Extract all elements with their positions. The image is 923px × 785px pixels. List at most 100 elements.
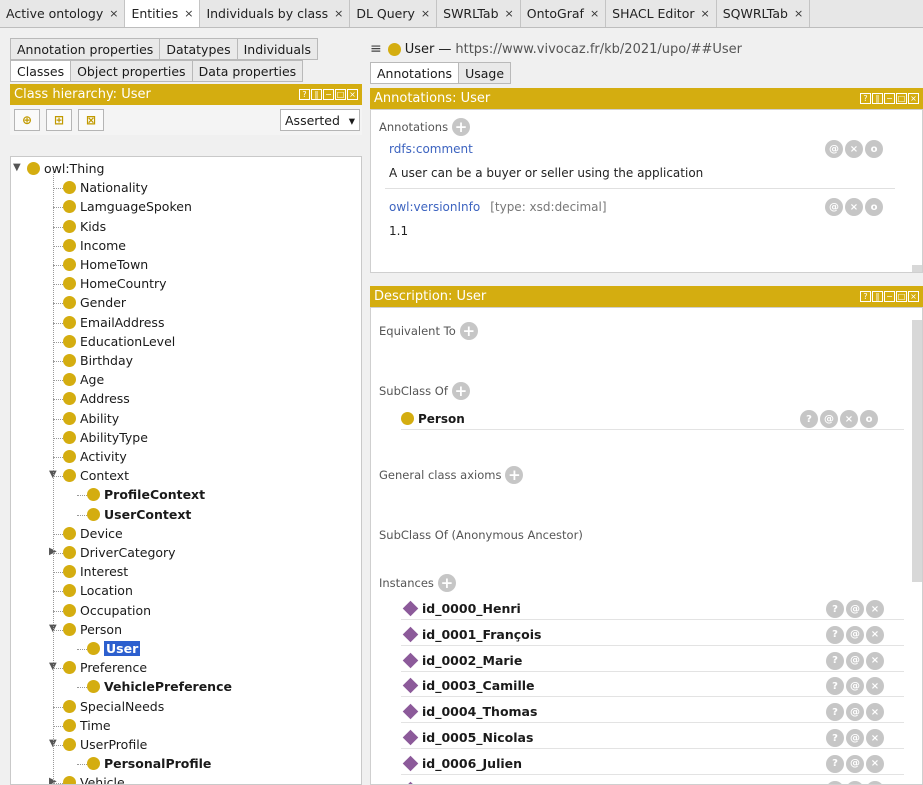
tree-node[interactable]: PersonalProfile (87, 754, 211, 773)
hamburger-menu-icon[interactable]: ≡ (370, 41, 382, 57)
delete-icon[interactable]: × (845, 140, 863, 158)
split-icon[interactable]: ∥ (311, 89, 322, 100)
close-tab-icon[interactable]: × (334, 7, 343, 20)
split-icon[interactable]: ∥ (872, 93, 883, 104)
explain-icon[interactable]: ? (826, 780, 844, 784)
tree-node[interactable]: Interest (63, 562, 128, 581)
explain-icon[interactable]: ? (826, 729, 844, 747)
tree-node[interactable]: Occupation (63, 601, 151, 620)
close-tab-icon[interactable]: × (701, 7, 710, 20)
tree-node[interactable]: User (87, 639, 141, 658)
edit-icon[interactable]: o (865, 140, 883, 158)
tree-node[interactable]: AbilityType (63, 428, 148, 447)
close-tab-icon[interactable]: × (505, 7, 514, 20)
annotate-icon[interactable]: @ (846, 703, 864, 722)
delete-icon[interactable]: × (840, 410, 858, 428)
annotate-icon[interactable]: @ (846, 780, 864, 784)
workspace-tab[interactable]: Active ontology × (0, 0, 126, 27)
tree-node[interactable]: Address (63, 389, 130, 408)
workspace-tab[interactable]: SQWRLTab × (717, 0, 811, 27)
split-icon[interactable]: ∥ (872, 291, 883, 302)
minimize-icon[interactable]: − (884, 93, 895, 104)
add-sibling-button[interactable]: ⊞ (46, 109, 72, 131)
annotation-property[interactable]: owl:versionInfo [type: xsd:decimal] (389, 200, 607, 214)
entity-subtab[interactable]: Classes (10, 60, 72, 82)
add-equivalent-button[interactable]: + (459, 322, 478, 340)
annotate-icon[interactable]: @ (846, 729, 864, 747)
tree-node[interactable]: ProfileContext (87, 485, 205, 504)
annotation-property[interactable]: rdfs:comment (389, 142, 473, 156)
tree-node[interactable]: VehiclePreference (87, 677, 232, 696)
add-annotation-button[interactable]: + (452, 118, 471, 136)
tree-node[interactable]: Birthday (63, 351, 133, 370)
delete-class-button[interactable]: ⊠ (78, 109, 104, 131)
workspace-tab[interactable]: DL Query × (350, 0, 438, 27)
delete-icon[interactable]: × (866, 651, 884, 670)
tree-node[interactable]: Time (63, 716, 111, 735)
explain-icon[interactable]: ? (826, 754, 844, 773)
delete-icon[interactable]: × (866, 677, 884, 696)
annotate-icon[interactable]: @ (825, 198, 843, 216)
close-tab-icon[interactable]: × (590, 7, 599, 20)
edit-icon[interactable]: o (860, 410, 878, 428)
maximize-icon[interactable]: □ (335, 89, 346, 100)
tree-node[interactable]: Person (63, 620, 122, 639)
tree-node[interactable]: Preference (63, 658, 147, 677)
close-tab-icon[interactable]: × (184, 7, 193, 20)
delete-icon[interactable]: × (866, 600, 884, 618)
tree-node[interactable]: LamguageSpoken (63, 197, 192, 216)
expanded-arrow-icon[interactable]: ▼ (13, 162, 21, 173)
tree-node[interactable]: Location (63, 581, 133, 600)
close-tab-icon[interactable]: × (794, 7, 803, 20)
close-view-icon[interactable]: × (908, 93, 919, 104)
add-general-axiom-button[interactable]: + (505, 466, 524, 484)
tree-node[interactable]: SpecialNeeds (63, 697, 164, 716)
entity-subtab[interactable]: Data properties (192, 60, 304, 82)
minimize-icon[interactable]: − (884, 291, 895, 302)
workspace-tab[interactable]: OntoGraf × (521, 0, 607, 27)
tree-node[interactable]: owl:Thing (27, 159, 104, 178)
tree-node[interactable]: HomeTown (63, 255, 148, 274)
explain-icon[interactable]: ? (826, 677, 844, 696)
add-subclass-button[interactable]: ⊕ (14, 109, 40, 131)
edit-icon[interactable]: o (865, 198, 883, 216)
minimize-icon[interactable]: − (323, 89, 334, 100)
tree-node[interactable]: DriverCategory (63, 543, 176, 562)
explain-icon[interactable]: ? (826, 651, 844, 670)
help-icon[interactable]: ? (299, 89, 310, 100)
workspace-tab[interactable]: Individuals by class × (200, 0, 351, 27)
tree-node[interactable]: Income (63, 236, 126, 255)
workspace-tab[interactable]: SWRLTab × (437, 0, 521, 27)
delete-icon[interactable]: × (866, 780, 884, 784)
annotate-icon[interactable]: @ (825, 140, 843, 158)
detail-tab[interactable]: Annotations (370, 62, 460, 84)
tree-node[interactable]: Nationality (63, 178, 148, 197)
explain-icon[interactable]: ? (826, 600, 844, 618)
description-scrollbar[interactable] (912, 320, 922, 582)
workspace-tab[interactable]: Entities × (125, 0, 201, 27)
annotate-icon[interactable]: @ (846, 651, 864, 670)
tree-node[interactable]: Ability (63, 409, 119, 428)
annotate-icon[interactable]: @ (846, 677, 864, 696)
close-tab-icon[interactable]: × (109, 7, 118, 20)
maximize-icon[interactable]: □ (896, 93, 907, 104)
annotate-icon[interactable]: @ (846, 600, 864, 618)
explain-icon[interactable]: ? (826, 703, 844, 722)
tree-node[interactable]: EducationLevel (63, 332, 175, 351)
close-view-icon[interactable]: × (347, 89, 358, 100)
explain-icon[interactable]: ? (800, 410, 818, 428)
workspace-tab[interactable]: SHACL Editor × (606, 0, 717, 27)
annotate-icon[interactable]: @ (820, 410, 838, 428)
tree-node[interactable]: HomeCountry (63, 274, 167, 293)
explain-icon[interactable]: ? (826, 625, 844, 644)
add-superclass-button[interactable]: + (451, 382, 470, 400)
detail-tab[interactable]: Usage (459, 62, 512, 84)
tree-node[interactable]: Activity (63, 447, 127, 466)
maximize-icon[interactable]: □ (896, 291, 907, 302)
entity-subtab[interactable]: Individuals (237, 38, 318, 60)
help-icon[interactable]: ? (860, 93, 871, 104)
entity-subtab[interactable]: Annotation properties (10, 38, 161, 60)
tree-node[interactable]: Gender (63, 293, 126, 312)
help-icon[interactable]: ? (860, 291, 871, 302)
close-tab-icon[interactable]: × (421, 7, 430, 20)
